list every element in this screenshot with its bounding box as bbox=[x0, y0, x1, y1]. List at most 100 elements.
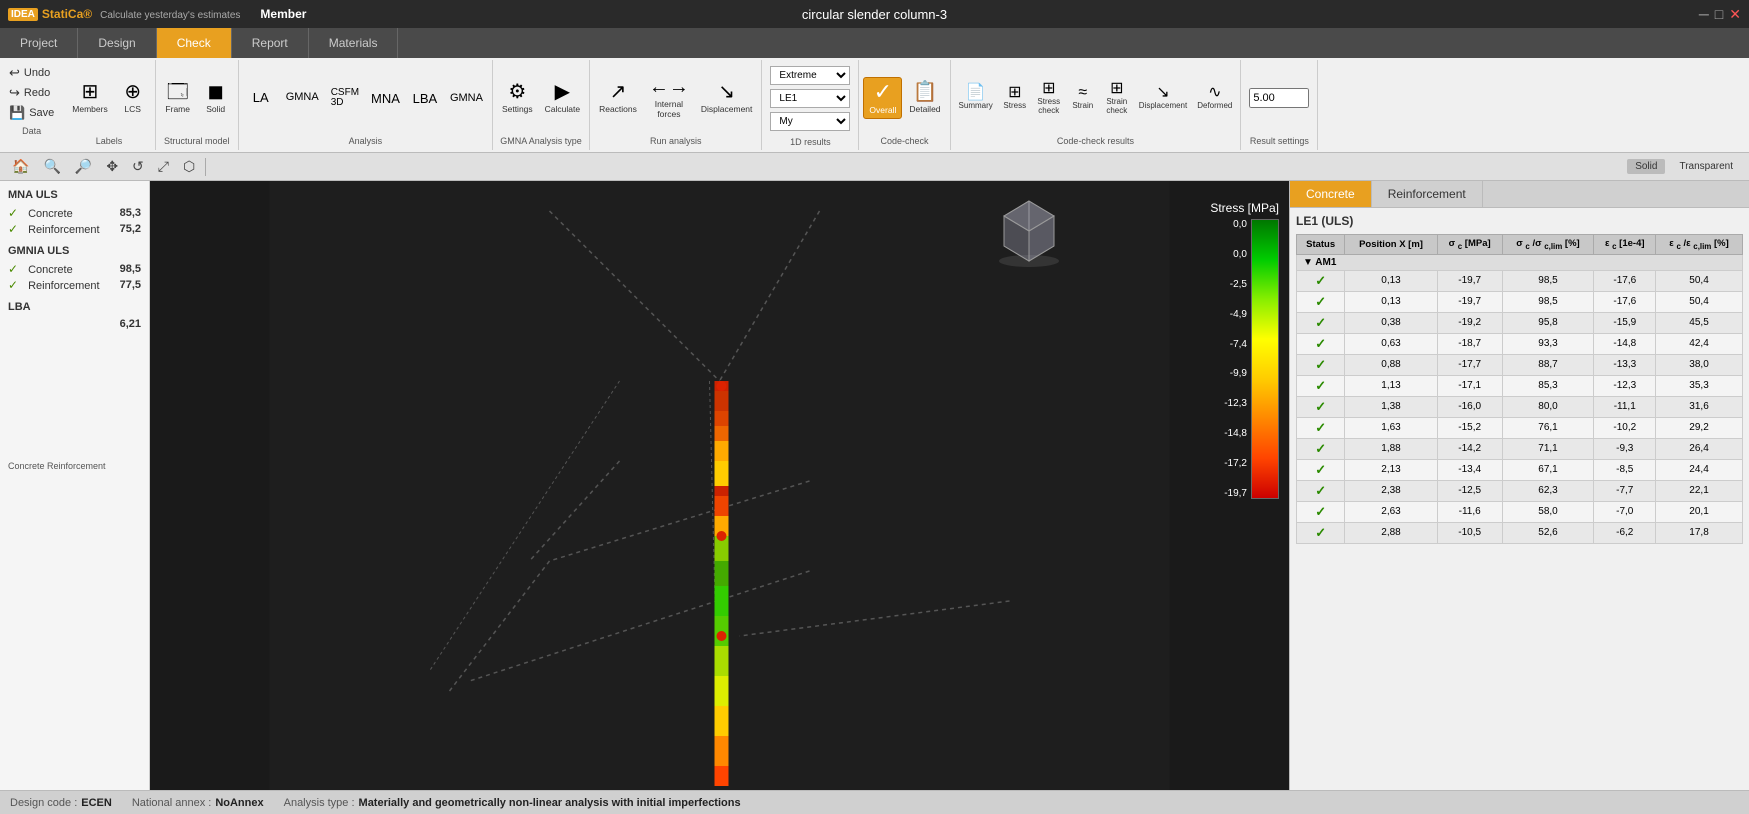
tab-design[interactable]: Design bbox=[78, 28, 156, 58]
tab-reinforcement[interactable]: Reinforcement bbox=[1372, 181, 1483, 207]
mna-reinforcement: ✓Reinforcement 75,2 bbox=[8, 221, 141, 237]
cell-epsilon-pct: 50,4 bbox=[1656, 270, 1743, 291]
overall-btn[interactable]: ✓ Overall bbox=[863, 77, 902, 119]
strain-btn[interactable]: ≈ Strain bbox=[1067, 83, 1099, 113]
table-row: ✓ 0,38 -19,2 95,8 -15,9 45,5 bbox=[1297, 312, 1743, 333]
csfm3d-btn[interactable]: CSFM3D bbox=[326, 85, 364, 111]
gmna2-btn[interactable]: GMNA bbox=[445, 90, 488, 107]
design-code-value: ECEN bbox=[81, 797, 112, 809]
tab-materials[interactable]: Materials bbox=[309, 28, 399, 58]
code-check-results-group: 📄 Summary ⊞ Stress ⊞ Stresscheck ≈ Strai… bbox=[951, 60, 1242, 150]
toolbar: 🏠 🔍 🔎 ✥ ↺ ⤢ ⬡ Solid Transparent bbox=[0, 153, 1749, 181]
cell-sigma-pct: 76,1 bbox=[1502, 417, 1594, 438]
reactions-btn[interactable]: ↗ Reactions bbox=[594, 79, 642, 117]
canvas-area[interactable]: Stress [MPa] 0,0 0,0 -2,5 -4,9 -7,4 -9,9… bbox=[150, 181, 1289, 790]
members-btn[interactable]: ⊞ Members bbox=[67, 79, 112, 117]
analysis-type-value: Materially and geometrically non-linear … bbox=[359, 797, 741, 809]
table-row: ✓ 1,88 -14,2 71,1 -9,3 26,4 bbox=[1297, 438, 1743, 459]
displacement2-btn[interactable]: ↘ Displacement bbox=[1135, 83, 1191, 113]
cell-sigma: -17,7 bbox=[1437, 354, 1502, 375]
table-row: ✓ 0,13 -19,7 98,5 -17,6 50,4 bbox=[1297, 291, 1743, 312]
minimize-btn[interactable]: ─ bbox=[1699, 6, 1709, 23]
la-btn[interactable]: LA bbox=[243, 88, 279, 109]
cell-pos: 2,63 bbox=[1345, 501, 1437, 522]
stress-check-btn[interactable]: ⊞ Stresscheck bbox=[1033, 79, 1065, 118]
cell-status: ✓ bbox=[1297, 375, 1345, 396]
cell-pos: 0,88 bbox=[1345, 354, 1437, 375]
cell-status: ✓ bbox=[1297, 459, 1345, 480]
mna-concrete: ✓Concrete 85,3 bbox=[8, 205, 141, 221]
refresh-btn[interactable]: ↺ bbox=[128, 156, 148, 177]
gmna-btn[interactable]: GMNA bbox=[281, 89, 324, 108]
strain-check-btn[interactable]: ⊞ Straincheck bbox=[1101, 79, 1133, 118]
cell-status: ✓ bbox=[1297, 417, 1345, 438]
cell-sigma-pct: 95,8 bbox=[1502, 312, 1594, 333]
lba-value: 6,21 bbox=[8, 317, 141, 331]
result-settings-input[interactable] bbox=[1249, 88, 1309, 108]
run-analysis-label: Run analysis bbox=[650, 134, 702, 148]
data-group: ↩ Undo ↪ Redo 💾 Save Data bbox=[0, 60, 63, 150]
maximize-btn[interactable]: □ bbox=[1715, 6, 1723, 23]
cell-sigma-pct: 88,7 bbox=[1502, 354, 1594, 375]
stress-btn[interactable]: ⊞ Stress bbox=[999, 83, 1031, 113]
3d-cube[interactable] bbox=[989, 191, 1069, 274]
cell-epsilon: -12,3 bbox=[1594, 375, 1656, 396]
tab-check[interactable]: Check bbox=[157, 28, 232, 58]
tab-report[interactable]: Report bbox=[232, 28, 309, 58]
deformed-btn[interactable]: ∿ Deformed bbox=[1193, 83, 1236, 113]
expand-btn[interactable]: ⤢ bbox=[154, 156, 173, 177]
le-title: LE1 (ULS) bbox=[1296, 214, 1743, 228]
run-analysis-group: ↗ Reactions ←→ Internalforces ↘ Displace… bbox=[590, 60, 762, 150]
structural-model-label: Structural model bbox=[164, 134, 230, 148]
legend-bar-container: 0,0 0,0 -2,5 -4,9 -7,4 -9,9 -12,3 -14,8 … bbox=[1224, 219, 1279, 499]
cell-status: ✓ bbox=[1297, 312, 1345, 333]
displacement-btn[interactable]: ↘ Displacement bbox=[696, 79, 758, 117]
internal-forces-btn[interactable]: ←→ Internalforces bbox=[644, 74, 694, 122]
cell-pos: 1,38 bbox=[1345, 396, 1437, 417]
tab-concrete[interactable]: Concrete bbox=[1290, 181, 1372, 207]
cell-sigma: -19,7 bbox=[1437, 270, 1502, 291]
cell-sigma: -12,5 bbox=[1437, 480, 1502, 501]
calculate-btn[interactable]: ▶ Calculate bbox=[540, 79, 585, 117]
shape-btn[interactable]: ⬡ bbox=[179, 156, 199, 177]
transparent-view-btn[interactable]: Transparent bbox=[1671, 159, 1741, 174]
le1-select[interactable]: LE1 bbox=[770, 89, 850, 108]
lba-btn[interactable]: LBA bbox=[407, 89, 443, 108]
my-select[interactable]: My bbox=[770, 112, 850, 131]
cell-sigma: -10,5 bbox=[1437, 522, 1502, 543]
cell-epsilon-pct: 42,4 bbox=[1656, 333, 1743, 354]
gmna-type-label: GMNA Analysis type bbox=[500, 134, 582, 148]
cell-status: ✓ bbox=[1297, 396, 1345, 417]
cell-status: ✓ bbox=[1297, 480, 1345, 501]
redo-btn[interactable]: ↪ Redo bbox=[6, 84, 57, 102]
cell-epsilon: -15,9 bbox=[1594, 312, 1656, 333]
zoom-btn[interactable]: 🔍 bbox=[39, 156, 64, 177]
save-btn[interactable]: 💾 Save bbox=[6, 104, 57, 122]
mna-btn[interactable]: MNA bbox=[366, 89, 405, 108]
extreme-select[interactable]: Extreme bbox=[770, 66, 850, 85]
detailed-btn[interactable]: 📋 Detailed bbox=[904, 79, 945, 117]
tab-project[interactable]: Project bbox=[0, 28, 78, 58]
close-btn[interactable]: ✕ bbox=[1729, 6, 1741, 23]
home-btn[interactable]: 🏠 bbox=[8, 156, 33, 177]
frame-btn[interactable]: 🗔 Frame bbox=[160, 79, 196, 117]
cell-sigma: -15,2 bbox=[1437, 417, 1502, 438]
title-bar: IDEA StatiCa® Calculate yesterday's esti… bbox=[0, 0, 1749, 28]
cell-epsilon-pct: 22,1 bbox=[1656, 480, 1743, 501]
solid-btn[interactable]: ◼ Solid bbox=[198, 79, 234, 117]
cell-sigma: -14,2 bbox=[1437, 438, 1502, 459]
table-row: ✓ 2,13 -13,4 67,1 -8,5 24,4 bbox=[1297, 459, 1743, 480]
solid-view-btn[interactable]: Solid bbox=[1627, 159, 1665, 174]
settings-btn[interactable]: ⚙ Settings bbox=[497, 79, 538, 117]
search-btn[interactable]: 🔎 bbox=[71, 156, 96, 177]
lcs-btn[interactable]: ⊕ LCS bbox=[115, 79, 151, 117]
legend-title: Stress [MPa] bbox=[1210, 201, 1279, 215]
pan-btn[interactable]: ✥ bbox=[102, 156, 122, 177]
undo-btn[interactable]: ↩ Undo bbox=[6, 64, 57, 82]
summary-btn[interactable]: 📄 Summary bbox=[955, 83, 997, 113]
analysis-type-item: Analysis type : Materially and geometric… bbox=[284, 797, 741, 809]
cell-pos: 1,88 bbox=[1345, 438, 1437, 459]
cell-pos: 2,38 bbox=[1345, 480, 1437, 501]
cell-epsilon: -13,3 bbox=[1594, 354, 1656, 375]
cell-pos: 2,13 bbox=[1345, 459, 1437, 480]
